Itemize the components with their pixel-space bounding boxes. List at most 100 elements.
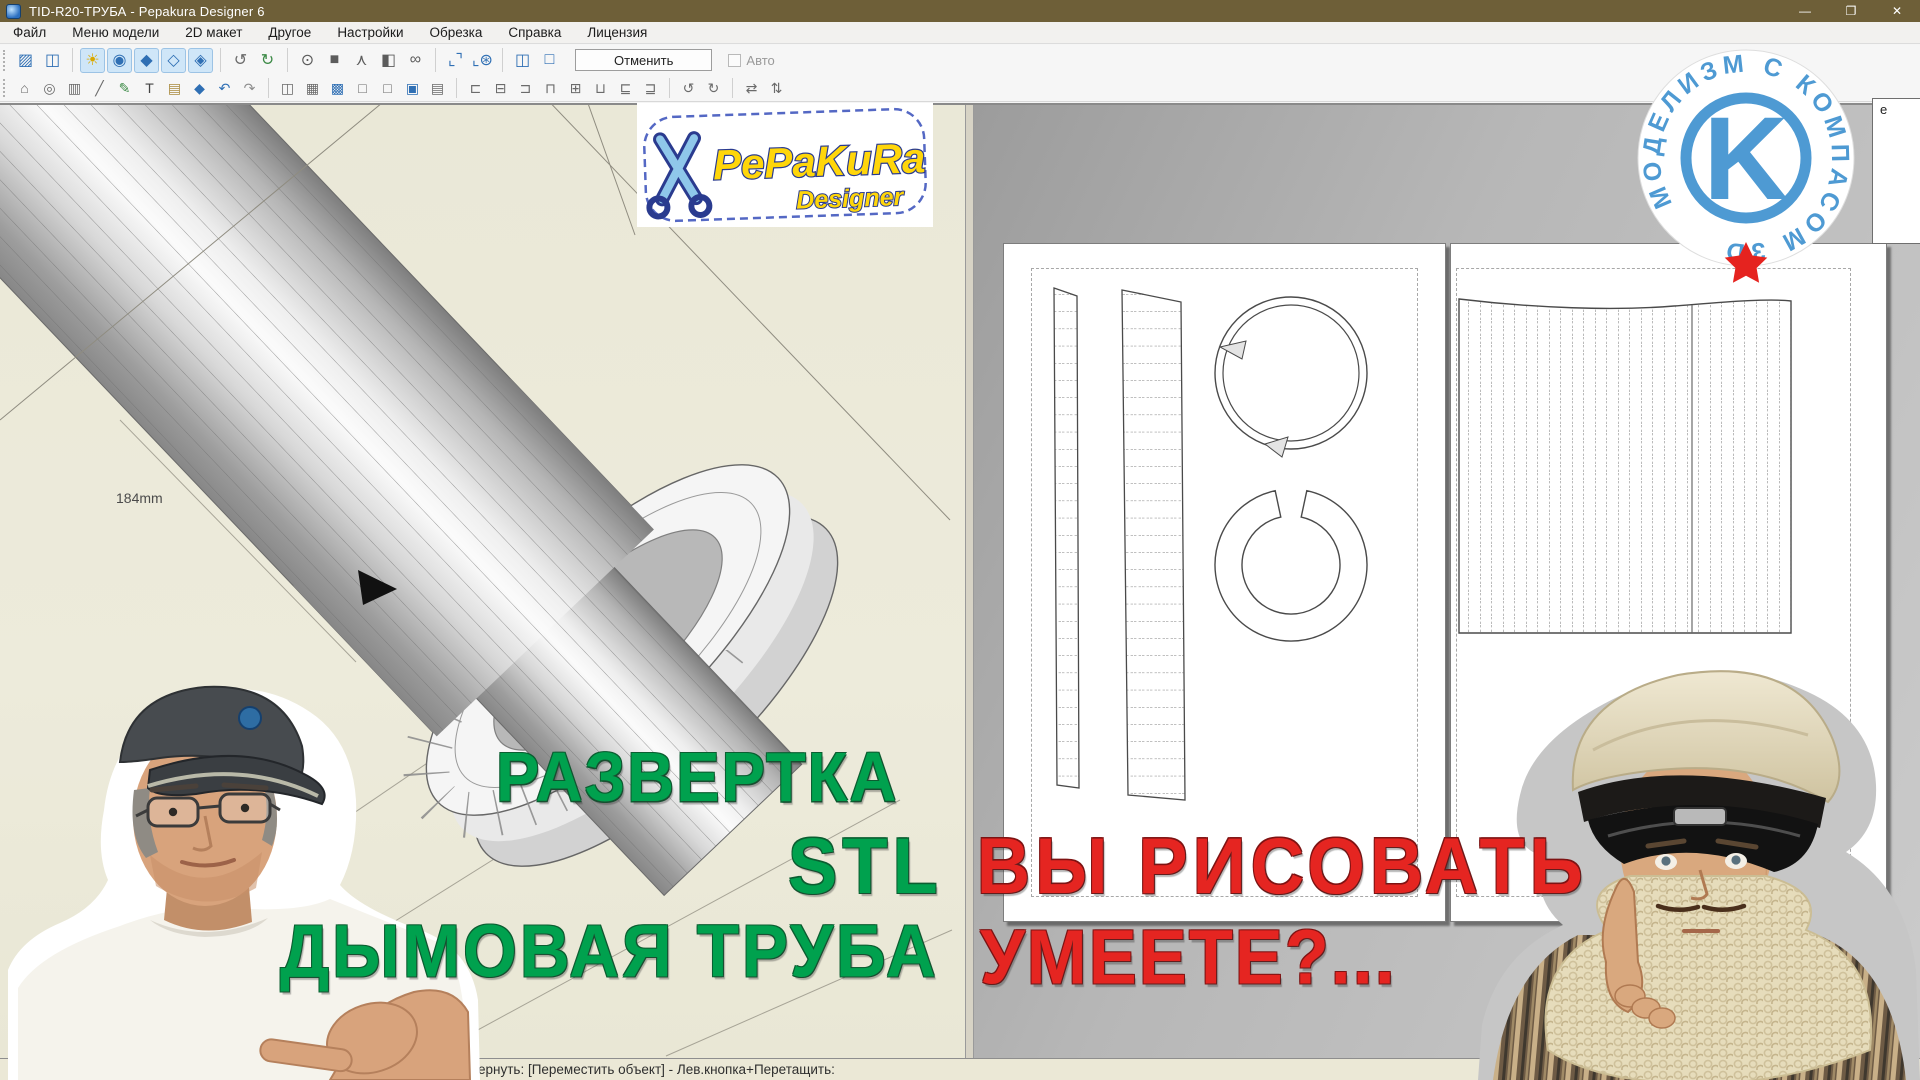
rotate-part-right-icon[interactable]: ↻ <box>702 77 725 99</box>
align-left-icon[interactable]: ⊏ <box>464 77 487 99</box>
link-icon[interactable]: ∞ <box>403 48 428 73</box>
menu-item-trim[interactable]: Обрезка <box>417 23 496 42</box>
select-options-icon[interactable]: ⌞⊛ <box>470 48 495 73</box>
menu-item-help[interactable]: Справка <box>495 23 574 42</box>
side-flyout-panel: e <box>1872 98 1920 244</box>
undo-button[interactable]: Отменить <box>575 49 712 71</box>
menu-item-file[interactable]: Файл <box>0 23 59 42</box>
part-ring-open[interactable] <box>1215 491 1367 641</box>
rotate-model-right-icon[interactable]: ↻ <box>255 48 280 73</box>
toolbar-separator <box>220 48 221 72</box>
toolbar-separator <box>669 78 670 98</box>
part-pipe-unroll[interactable] <box>1459 299 1791 633</box>
pane-splitter[interactable] <box>965 105 974 1058</box>
redo-icon[interactable]: ↷ <box>238 77 261 99</box>
open-file-icon[interactable]: ▨ <box>13 48 38 73</box>
toolbar-separator <box>72 48 73 72</box>
toolbar-grip[interactable] <box>3 50 7 71</box>
auto-checkbox-label: Авто <box>746 53 774 68</box>
pack-parts-icon[interactable]: ⊑ <box>614 77 637 99</box>
mirror-icon[interactable]: ◧ <box>376 48 401 73</box>
window-title: TID-R20-ТРУБА - Pepakura Designer 6 <box>29 4 265 19</box>
flat-shade-view-icon[interactable]: ◈ <box>188 48 213 73</box>
rotate-model-left-icon[interactable]: ↺ <box>228 48 253 73</box>
align-middle-icon[interactable]: ⊞ <box>564 77 587 99</box>
minimize-button[interactable]: — <box>1782 0 1828 22</box>
menu-bar: ФайлМеню модели2D макетДругоеНастройкиОб… <box>0 22 1920 44</box>
badge-monogram: K <box>1703 93 1788 225</box>
overlay-line-4: УМЕЕТЕ?... <box>980 914 1397 1002</box>
package-icon[interactable]: ◆ <box>188 77 211 99</box>
toolbar-grip[interactable] <box>3 79 7 97</box>
toolbar-separator <box>268 78 269 98</box>
overlay-line-1: РАЗВЕРТКА <box>496 737 898 817</box>
print-icon[interactable]: ▤ <box>426 77 449 99</box>
toolbar-separator <box>502 48 503 72</box>
overlay-line-2-green: STL <box>788 821 943 910</box>
cube-icon[interactable]: ■ <box>322 48 347 73</box>
menu-item-license[interactable]: Лицензия <box>574 23 660 42</box>
overlay-line-2: STL ВЫ РИСОВАТЬ <box>788 820 1588 911</box>
select-area-icon[interactable]: ⌞⌝ <box>443 48 468 73</box>
light-icon[interactable]: ☀ <box>80 48 105 73</box>
sheet-grid-icon[interactable]: ▦ <box>301 77 324 99</box>
one-pane-view-icon[interactable]: □ <box>537 48 562 73</box>
menu-item-other[interactable]: Другое <box>255 23 324 42</box>
joint-icon[interactable]: ⋏ <box>349 48 374 73</box>
solid-view-icon[interactable]: ◆ <box>134 48 159 73</box>
two-pane-view-icon[interactable]: ◫ <box>510 48 535 73</box>
align-center-h-icon[interactable]: ⊟ <box>489 77 512 99</box>
toolbar-separator <box>435 48 436 72</box>
side-flyout-label: e <box>1880 102 1887 117</box>
maximize-button[interactable]: ❐ <box>1828 0 1874 22</box>
image-tool-icon[interactable]: ▤ <box>163 77 186 99</box>
save-icon[interactable]: ◫ <box>40 48 65 73</box>
menu-item-2d-layout[interactable]: 2D макет <box>172 23 255 42</box>
part-ring-thin[interactable] <box>1215 297 1367 457</box>
left-man-photo <box>0 640 500 1080</box>
new-page-icon[interactable]: □ <box>351 77 374 99</box>
overlay-line-3: ДЫМОВАЯ ТРУБА <box>280 909 939 994</box>
line-tool-icon[interactable]: ╱ <box>88 77 111 99</box>
texture-view-icon[interactable]: ◉ <box>107 48 132 73</box>
spread-parts-icon[interactable]: ⊒ <box>639 77 662 99</box>
align-top-icon[interactable]: ⊓ <box>539 77 562 99</box>
pepakura-logo: PePaKuRa Designer <box>637 103 933 227</box>
channel-badge: K МОДЕЛИЗМ С КОМПАСОМ 3D <box>1634 46 1858 292</box>
align-bottom-icon[interactable]: ⊔ <box>589 77 612 99</box>
part-strip-narrow[interactable] <box>1054 288 1079 788</box>
menu-item-settings[interactable]: Настройки <box>324 23 416 42</box>
toolbar-separator <box>287 48 288 72</box>
toolbar-main: ▨◫☀◉◆◇◈↺↻⊙■⋏◧∞⌞⌝⌞⊛◫□ Отменить Авто <box>0 45 1920 75</box>
align-right-icon[interactable]: ⊐ <box>514 77 537 99</box>
part-strip-wide[interactable] <box>1122 290 1185 800</box>
close-button[interactable]: ✕ <box>1874 0 1920 22</box>
paste-icon[interactable]: ▣ <box>401 77 424 99</box>
toolbar-separator <box>456 78 457 98</box>
measure-icon[interactable]: ▥ <box>63 77 86 99</box>
title-bar: TID-R20-ТРУБА - Pepakura Designer 6 — ❐ … <box>0 0 1920 22</box>
cylinder-icon[interactable]: ⊙ <box>295 48 320 73</box>
dimension-label: 184mm <box>116 490 163 506</box>
app-icon <box>6 4 21 19</box>
table-icon[interactable]: ▩ <box>326 77 349 99</box>
distribute-v-icon[interactable]: ⇅ <box>765 77 788 99</box>
logo-word-bottom: Designer <box>796 183 905 215</box>
undo-icon[interactable]: ↶ <box>213 77 236 99</box>
text-tool-icon[interactable]: T <box>138 77 161 99</box>
wireframe-view-icon[interactable]: ◇ <box>161 48 186 73</box>
orbit-icon[interactable]: ◎ <box>38 77 61 99</box>
copy-page-icon[interactable]: □ <box>376 77 399 99</box>
menu-item-model-menu[interactable]: Меню модели <box>59 23 172 42</box>
toolbar-2d: ⌂◎▥╱✎T▤◆↶↷◫▦▩□□▣▤⊏⊟⊐⊓⊞⊔⊑⊒↺↻⇄⇅ <box>0 75 1920 102</box>
pen-tool-icon[interactable]: ✎ <box>113 77 136 99</box>
fit-view-icon[interactable]: ⌂ <box>13 77 36 99</box>
overlay-line-2-red: ВЫ РИСОВАТЬ <box>977 821 1588 910</box>
logo-word-top: PePaKuRa <box>712 134 926 188</box>
auto-checkbox[interactable] <box>728 54 741 67</box>
distribute-h-icon[interactable]: ⇄ <box>740 77 763 99</box>
rotate-part-left-icon[interactable]: ↺ <box>677 77 700 99</box>
scissors-icon <box>647 138 710 217</box>
book-icon[interactable]: ◫ <box>276 77 299 99</box>
toolbar-separator <box>732 78 733 98</box>
